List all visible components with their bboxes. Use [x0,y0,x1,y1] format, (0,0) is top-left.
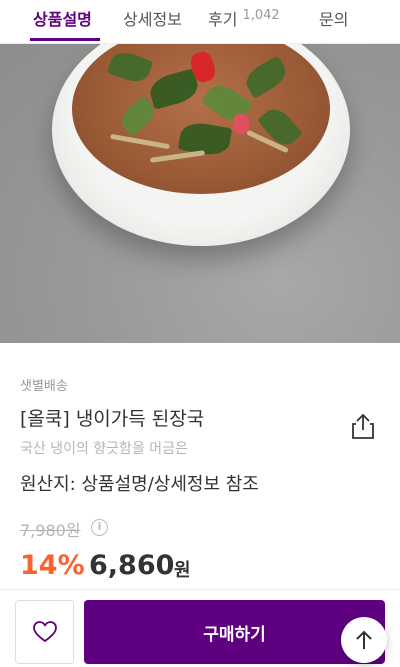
buy-button[interactable]: 구매하기 [84,600,385,664]
tab-reviews[interactable]: 후기 1,042 [208,0,280,44]
scroll-top-button[interactable] [341,617,387,663]
product-image [0,44,400,343]
tab-inquiry-label: 문의 [319,10,349,29]
info-icon[interactable]: i [91,519,108,536]
original-price: 7,980원 [20,521,81,540]
heart-icon [32,621,57,643]
product-tabs: 상품설명 상세정보 후기 1,042 문의 [0,0,400,44]
currency-unit: 원 [174,560,191,581]
tab-reviews-label: 후기 [208,10,238,29]
share-icon[interactable] [350,412,376,440]
arrow-up-icon [356,630,372,649]
discount-rate: 14% [20,550,85,581]
sale-price: 6,860 [89,550,175,581]
product-origin: 원산지: 상품설명/상세정보 참조 [20,474,259,495]
tab-inquiry[interactable]: 문의 [319,0,348,44]
tab-detail-info-label: 상세정보 [123,10,182,29]
product-title: [올쿡] 냉이가득 된장국 [20,408,205,430]
wishlist-button[interactable] [15,600,74,664]
buy-button-label: 구매하기 [203,624,266,645]
active-tab-indicator [30,38,100,41]
tab-description-label: 상품설명 [33,10,92,29]
bottom-action-bar: 구매하기 [0,589,400,667]
delivery-type: 샛별배송 [20,379,68,394]
review-count: 1,042 [242,8,280,23]
tab-detail-info[interactable]: 상세정보 [123,0,182,44]
product-subtitle: 국산 냉이의 향긋함을 머금은 [20,441,188,457]
